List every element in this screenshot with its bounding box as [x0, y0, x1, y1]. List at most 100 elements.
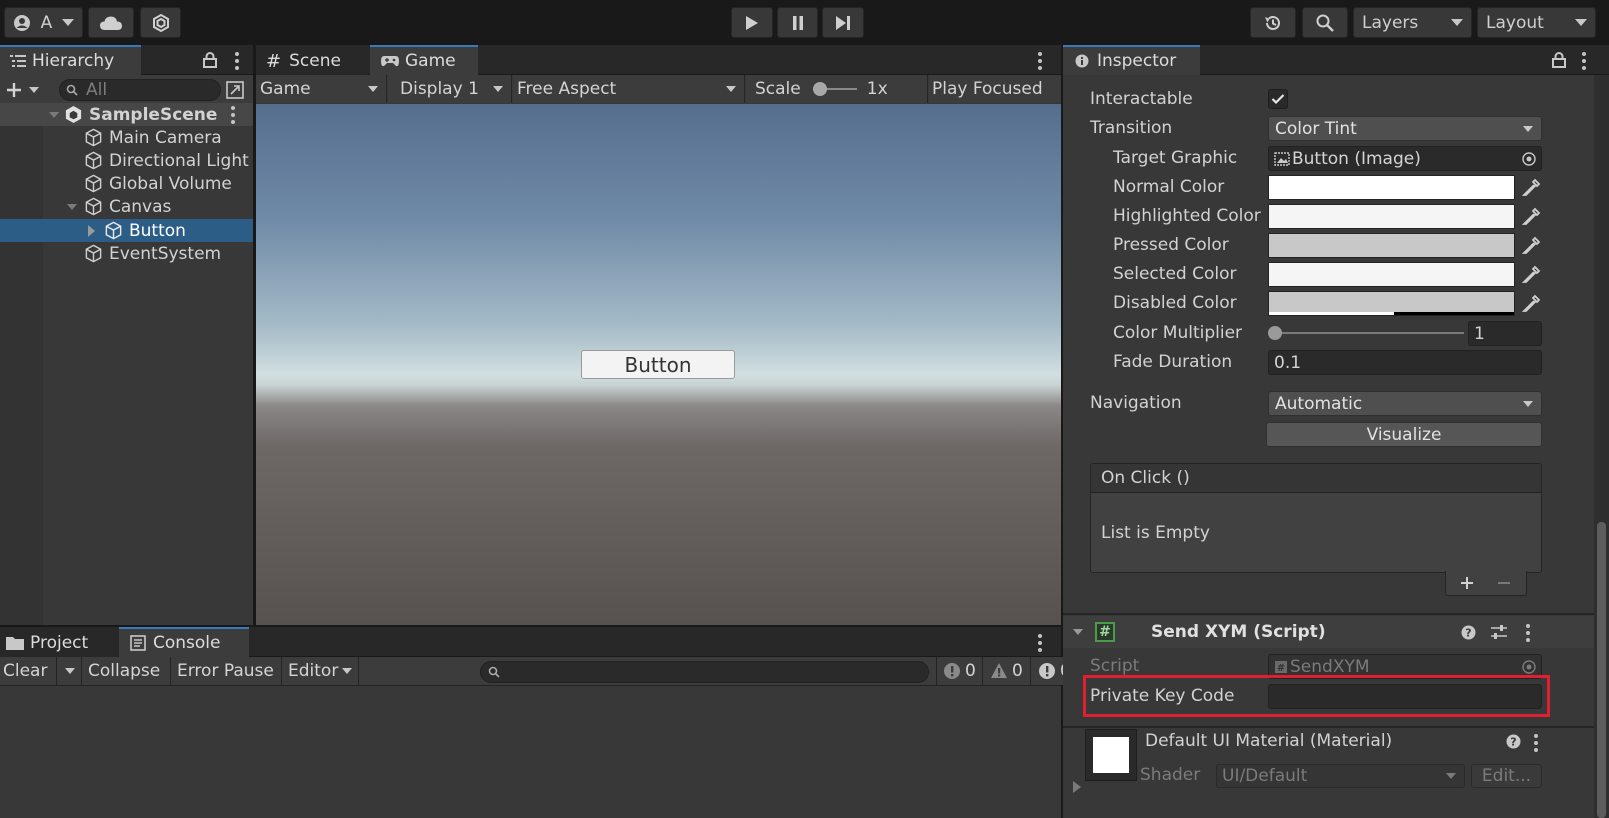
help-icon[interactable]: ? — [1461, 625, 1476, 640]
navigation-dropdown[interactable]: Automatic — [1268, 391, 1542, 416]
transition-dropdown[interactable]: Color Tint — [1268, 116, 1542, 141]
error-filter-toggle[interactable]: 0 — [936, 657, 983, 685]
aspect-dropdown[interactable]: Free Aspect — [513, 75, 745, 103]
play-focused-dropdown[interactable]: Play Focused — [929, 75, 1061, 103]
csharp-script-icon: # — [1095, 622, 1115, 642]
material-menu-icon[interactable] — [1534, 734, 1538, 752]
expand-arrow-icon[interactable] — [1073, 781, 1081, 793]
add-icon[interactable] — [1460, 576, 1474, 590]
scrollbar-thumb[interactable] — [1597, 522, 1606, 818]
console-log-area[interactable] — [0, 686, 1061, 818]
component-menu-icon[interactable] — [1526, 624, 1530, 642]
tab-game[interactable]: Game — [370, 45, 478, 75]
eyedropper-icon[interactable] — [1520, 293, 1542, 315]
remove-icon[interactable] — [1497, 576, 1511, 590]
csharp-file-icon: # — [1275, 660, 1287, 674]
color-multiplier-value: 1 — [1474, 323, 1485, 344]
tab-project[interactable]: Project — [0, 627, 118, 657]
tab-hierarchy[interactable]: Hierarchy — [0, 45, 141, 75]
play-button[interactable] — [731, 7, 773, 38]
sendxym-component-header[interactable]: # Send XYM (Script) ? — [1063, 616, 1594, 648]
eyedropper-icon[interactable] — [1520, 177, 1542, 199]
tree-row-scene[interactable]: SampleScene — [0, 103, 253, 126]
collab-button[interactable] — [140, 7, 181, 38]
hierarchy-menu-icon[interactable] — [235, 52, 239, 70]
tree-row-main-camera[interactable]: Main Camera — [0, 126, 253, 149]
eyedropper-icon[interactable] — [1520, 206, 1542, 228]
gamepad-icon — [381, 56, 399, 67]
error-pause-label: Error Pause — [177, 661, 274, 681]
object-picker-icon — [1522, 660, 1536, 674]
shader-label: Shader — [1140, 765, 1201, 785]
target-graphic-field[interactable]: Button (Image) — [1268, 146, 1542, 171]
chevron-down-icon[interactable] — [29, 87, 39, 93]
eyedropper-icon[interactable] — [1520, 235, 1542, 257]
undo-history-button[interactable] — [1250, 7, 1296, 38]
game-menu-icon[interactable] — [1038, 52, 1042, 70]
visualize-button[interactable]: Visualize — [1266, 422, 1542, 447]
info-icon — [1039, 663, 1055, 679]
pause-button[interactable] — [777, 7, 818, 38]
account-dropdown[interactable]: A — [4, 7, 83, 38]
tree-row-canvas[interactable]: Canvas — [0, 195, 253, 218]
clear-options-dropdown[interactable] — [58, 657, 82, 685]
material-title: Default UI Material (Material) — [1145, 731, 1393, 751]
object-picker-icon[interactable] — [1521, 151, 1537, 167]
tab-scene[interactable]: # Scene — [256, 45, 368, 75]
help-icon[interactable]: ? — [1506, 734, 1521, 749]
console-menu-icon[interactable] — [1038, 634, 1042, 652]
scale-slider[interactable] — [812, 82, 857, 96]
inspector-menu-icon[interactable] — [1582, 52, 1586, 70]
tab-inspector[interactable]: Inspector — [1063, 45, 1200, 75]
scene-menu-icon[interactable] — [231, 106, 235, 124]
search-button[interactable] — [1302, 7, 1348, 38]
game-ui-button[interactable]: Button — [581, 350, 735, 379]
disabled-color-swatch[interactable] — [1268, 291, 1515, 316]
list-icon — [10, 55, 26, 67]
lock-icon[interactable] — [1552, 52, 1566, 68]
lock-icon[interactable] — [203, 52, 217, 68]
console-search-input[interactable] — [480, 661, 929, 683]
normal-color-swatch[interactable] — [1268, 175, 1515, 200]
scene-visibility-icon[interactable] — [225, 80, 245, 100]
tree-row-directional-light[interactable]: Directional Light — [0, 149, 253, 172]
expand-icon[interactable] — [49, 111, 59, 118]
tab-label: Console — [153, 633, 221, 653]
layers-dropdown[interactable]: Layers — [1353, 7, 1472, 38]
highlighted-color-swatch[interactable] — [1268, 204, 1515, 229]
color-multiplier-slider[interactable] — [1268, 325, 1464, 341]
expand-icon[interactable] — [67, 203, 77, 210]
onclick-empty-area: List is Empty — [1091, 493, 1541, 573]
collapsed-arrow-icon[interactable] — [88, 224, 95, 237]
warning-filter-toggle[interactable]: 0 — [984, 657, 1031, 685]
tab-console[interactable]: Console — [119, 627, 249, 657]
fold-arrow-icon[interactable] — [1073, 629, 1083, 635]
hierarchy-panel: Hierarchy All SampleScene Main Camera Di… — [0, 45, 253, 625]
step-button[interactable] — [822, 7, 864, 38]
shader-edit-button[interactable]: Edit... — [1471, 764, 1542, 788]
preset-sliders-icon[interactable] — [1490, 624, 1508, 640]
shader-dropdown[interactable]: UI/Default — [1216, 764, 1465, 788]
editor-dropdown[interactable]: Editor — [283, 657, 359, 685]
inspector-scrollbar[interactable] — [1594, 75, 1609, 818]
add-icon[interactable] — [5, 81, 23, 99]
pressed-color-swatch[interactable] — [1268, 233, 1515, 258]
clear-button[interactable]: Clear — [0, 657, 57, 685]
tree-row-eventsystem[interactable]: EventSystem — [0, 242, 253, 265]
selected-color-swatch[interactable] — [1268, 262, 1515, 287]
display-dropdown[interactable]: Display 1 — [388, 75, 512, 103]
interactable-checkbox[interactable] — [1268, 89, 1288, 109]
tree-row-global-volume[interactable]: Global Volume — [0, 172, 253, 195]
fade-duration-input[interactable]: 0.1 — [1268, 350, 1542, 375]
hierarchy-search-input[interactable]: All — [59, 79, 221, 101]
view-mode-dropdown[interactable]: Game — [256, 75, 387, 103]
color-multiplier-input[interactable]: 1 — [1468, 321, 1542, 346]
layout-dropdown[interactable]: Layout — [1477, 7, 1596, 38]
eyedropper-icon[interactable] — [1520, 264, 1542, 286]
collapse-button[interactable]: Collapse — [83, 657, 171, 685]
cloud-button[interactable] — [88, 7, 134, 38]
tree-row-button-selected[interactable]: Button — [0, 219, 253, 242]
game-render-viewport[interactable]: Button — [256, 104, 1061, 625]
error-pause-button[interactable]: Error Pause — [172, 657, 282, 685]
private-key-input[interactable] — [1268, 684, 1542, 709]
